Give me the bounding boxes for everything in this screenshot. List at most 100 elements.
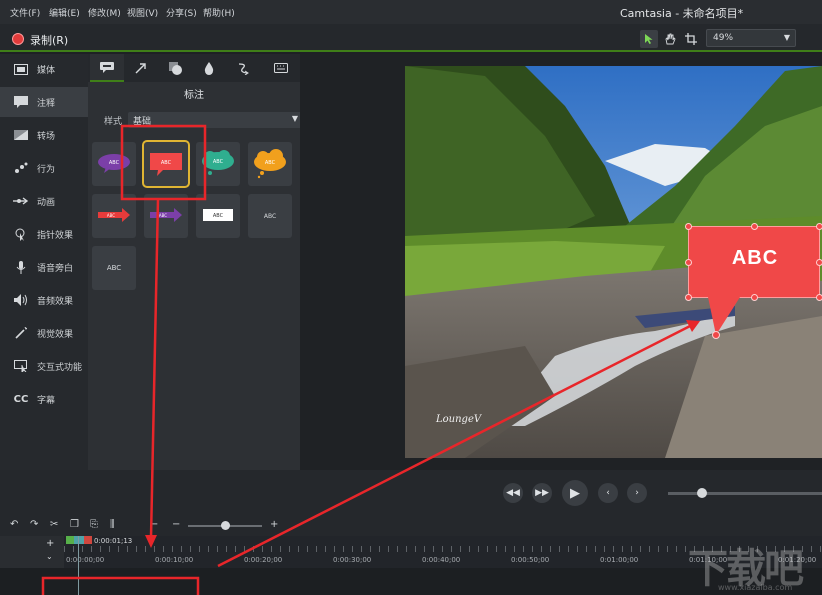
sketch-tab-icon[interactable]	[226, 54, 260, 82]
zoom-out-button[interactable]: −	[172, 519, 180, 530]
cursor-effect-icon	[12, 227, 30, 241]
step-forward-icon[interactable]: ▶▶	[532, 483, 552, 503]
sidebar-item-transition[interactable]: 转场	[0, 120, 88, 150]
tile-text: ABC	[263, 212, 277, 220]
sidebar-item-label: 行为	[37, 164, 56, 175]
callout-tile-red-speech[interactable]: ABC	[142, 140, 190, 188]
menu-help[interactable]: 帮助(H)	[203, 6, 235, 19]
sidebar: 媒体 注释 转场 行为 动画 指针效果 语音旁白 音频效果 视觉效果 交互式功能…	[0, 54, 88, 470]
sidebar-item-label: 媒体	[37, 65, 56, 76]
svg-text:ABC: ABC	[161, 160, 172, 166]
menu-modify[interactable]: 修改(M)	[88, 6, 121, 19]
callout-tile-yellow-cloud[interactable]: ABC	[248, 142, 292, 186]
sidebar-item-behavior[interactable]: 行为	[0, 153, 88, 183]
zoom-select[interactable]: 49% ▼	[706, 29, 796, 47]
chevron-down-icon[interactable]: ⌄	[46, 552, 53, 561]
resize-handle[interactable]	[751, 223, 758, 230]
canvas-callout[interactable]: ABC	[685, 223, 822, 301]
resize-handle[interactable]	[685, 294, 692, 301]
ruler-label: 0:00:00;00	[66, 556, 105, 564]
chevron-down-icon: ▼	[291, 114, 298, 123]
resize-handle[interactable]	[685, 259, 692, 266]
playhead-time: 0:00:01;13	[94, 537, 133, 545]
scrub-handle[interactable]	[697, 488, 707, 498]
copy-icon[interactable]: ❐	[70, 519, 79, 530]
callout-tile-plain-text[interactable]: ABC	[248, 194, 292, 238]
sidebar-item-audio-effects[interactable]: 音频效果	[0, 285, 88, 315]
sidebar-item-voice-narration[interactable]: 语音旁白	[0, 252, 88, 282]
callout-text: ABC	[731, 247, 779, 269]
zoom-in-button[interactable]: +	[270, 519, 278, 530]
previous-icon[interactable]: ‹	[598, 483, 618, 503]
undo-icon[interactable]: ↶	[10, 519, 18, 530]
sidebar-item-label: 动画	[37, 197, 56, 208]
callout-tile-red-arrow[interactable]: ABC	[92, 194, 136, 238]
next-icon[interactable]: ›	[627, 483, 647, 503]
transition-icon	[12, 128, 30, 142]
ruler-label: 0:00:50;00	[511, 556, 550, 564]
resize-handle[interactable]	[816, 294, 822, 301]
video-logo: LoungeV	[436, 414, 482, 425]
menu-file[interactable]: 文件(F)	[10, 6, 40, 19]
cut-icon[interactable]: ✂	[50, 519, 58, 530]
sidebar-item-label: 交互式功能	[37, 362, 83, 373]
step-back-icon[interactable]: ◀◀	[503, 483, 523, 503]
panel-tabs	[88, 54, 300, 82]
sidebar-item-animation[interactable]: 动画	[0, 186, 88, 216]
add-track-icon[interactable]: +	[46, 538, 54, 549]
sidebar-item-interactive[interactable]: 交互式功能	[0, 351, 88, 381]
play-button[interactable]: ▶	[562, 480, 588, 506]
callout-tile-purple-bubble[interactable]: ABC	[92, 142, 136, 186]
keystroke-tab-icon[interactable]	[264, 54, 298, 82]
sidebar-item-captions[interactable]: CC 字幕	[0, 384, 88, 414]
resize-handle[interactable]	[685, 223, 692, 230]
svg-text:ABC: ABC	[213, 213, 224, 219]
toolbar: 录制(R) 49% ▼	[0, 24, 822, 52]
playhead-marker[interactable]	[66, 536, 92, 544]
sidebar-item-cursor-effects[interactable]: 指针效果	[0, 219, 88, 249]
zoom-out-icon[interactable]: −	[150, 519, 158, 530]
resize-handle[interactable]	[816, 223, 822, 230]
hand-icon[interactable]	[661, 30, 679, 48]
timeline-toolbar: ↶ ↷ ✂ ❐ ⎘ ⫼ − − +	[0, 516, 822, 536]
ruler-label: 0:00:20;00	[244, 556, 283, 564]
tile-text: ABC	[106, 264, 122, 272]
record-icon[interactable]	[12, 33, 24, 45]
redo-icon[interactable]: ↷	[30, 519, 38, 530]
callout-tile-teal-cloud[interactable]: ABC	[196, 142, 240, 186]
paste-icon[interactable]: ⎘	[90, 519, 98, 530]
panel-title: 标注	[184, 90, 204, 101]
menu-view[interactable]: 视图(V)	[127, 6, 158, 19]
callout-tile-text-only[interactable]: ABC	[92, 246, 136, 290]
resize-handle[interactable]	[816, 259, 822, 266]
sidebar-item-label: 注释	[37, 98, 56, 109]
blur-tab-icon[interactable]	[192, 54, 226, 82]
menu-edit[interactable]: 编辑(E)	[49, 6, 80, 19]
arrow-tab-icon[interactable]	[124, 54, 158, 82]
ruler-label: 0:01:00;00	[600, 556, 639, 564]
playback-bar: ◀◀ ▶▶ ▶ ‹ ›	[0, 470, 822, 516]
callout-tile-purple-arrow[interactable]: ABC	[144, 194, 188, 238]
arrow-icon[interactable]	[640, 30, 658, 48]
menu-share[interactable]: 分享(S)	[166, 6, 197, 19]
style-row: 样式 基础 ▼	[104, 112, 304, 128]
resize-handle[interactable]	[751, 294, 758, 301]
audio-effect-icon	[12, 293, 30, 307]
scrub-track[interactable]	[668, 492, 822, 495]
sidebar-item-label: 视觉效果	[37, 329, 74, 340]
callout-tile-white-box[interactable]: ABC	[196, 194, 240, 238]
crop-icon[interactable]	[682, 30, 700, 48]
annotation-icon	[12, 95, 30, 109]
sidebar-item-visual-effects[interactable]: 视觉效果	[0, 318, 88, 348]
sidebar-item-media[interactable]: 媒体	[0, 54, 88, 84]
timeline-zoom-handle[interactable]	[221, 521, 230, 530]
record-button[interactable]: 录制(R)	[30, 32, 68, 48]
visual-effect-icon	[12, 326, 30, 340]
svg-text:ABC: ABC	[213, 159, 224, 165]
sidebar-item-annotation[interactable]: 注释	[0, 87, 88, 117]
shape-tab-icon[interactable]	[158, 54, 192, 82]
callout-tab-icon[interactable]	[90, 54, 124, 82]
split-icon[interactable]: ⫼	[110, 519, 115, 530]
style-select[interactable]: 基础 ▼	[128, 112, 304, 128]
sidebar-item-label: 语音旁白	[37, 263, 74, 274]
